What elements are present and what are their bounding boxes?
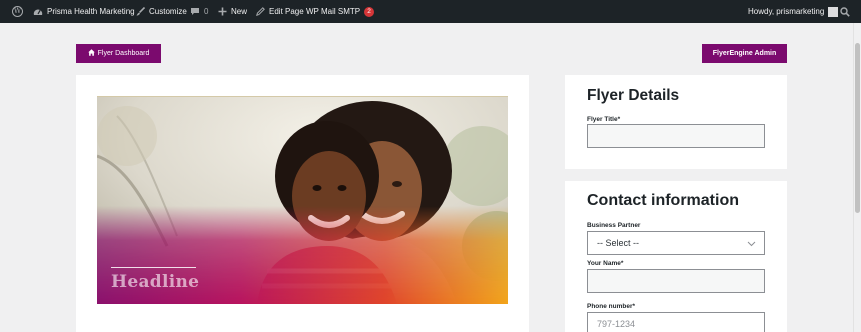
contact-information-heading: Contact information: [587, 192, 739, 209]
pencil-icon: [256, 7, 265, 16]
business-partner-label: Business Partner: [587, 222, 641, 229]
wp-mail-smtp-label: WP Mail SMTP: [306, 7, 361, 16]
phone-number-placeholder: 797-1234: [597, 319, 636, 329]
business-partner-value: -- Select --: [597, 238, 640, 248]
wordpress-menu[interactable]: W: [12, 0, 23, 23]
admin-bar: W Prisma Health Marketing Customize 0 Ne…: [0, 0, 861, 23]
search-icon: [840, 6, 850, 17]
site-name-link[interactable]: Prisma Health Marketing: [33, 0, 135, 23]
howdy-label: Howdy, prismarketing: [748, 7, 825, 16]
speech-bubble-icon: [190, 7, 200, 16]
avatar: [828, 6, 839, 17]
new-label: New: [231, 7, 248, 16]
flyer-dashboard-button[interactable]: Flyer Dashboard: [76, 44, 161, 63]
flyer-title-input[interactable]: [587, 124, 765, 148]
notification-badge: 2: [364, 6, 375, 17]
wordpress-logo-icon: W: [12, 6, 23, 17]
phone-number-input[interactable]: 797-1234: [587, 312, 765, 332]
flyerengine-admin-label: FlyerEngine Admin: [712, 50, 777, 57]
contact-information-card: Contact information Business Partner -- …: [565, 181, 787, 332]
flyer-details-card: Flyer Details Flyer Title*: [565, 75, 787, 169]
gauge-icon: [33, 7, 43, 16]
flyer-headline: Headline: [111, 272, 200, 292]
business-partner-select[interactable]: -- Select --: [587, 231, 765, 255]
page-scrollbar[interactable]: [853, 23, 861, 332]
comments-link[interactable]: 0: [190, 0, 208, 23]
your-name-input[interactable]: [587, 269, 765, 293]
search-toggle[interactable]: [840, 0, 850, 23]
flyer-details-heading: Flyer Details: [587, 87, 680, 104]
edit-page-label: Edit Page: [269, 7, 304, 16]
scrollbar-thumb[interactable]: [855, 43, 860, 213]
headline-rule: [111, 267, 196, 268]
flyerengine-admin-button[interactable]: FlyerEngine Admin: [702, 44, 787, 63]
flyer-dashboard-label: Flyer Dashboard: [97, 50, 150, 57]
customize-label: Customize: [149, 7, 187, 16]
customize-link[interactable]: Customize: [136, 0, 187, 23]
phone-number-label: Phone number*: [587, 303, 636, 310]
plus-icon: [218, 7, 227, 16]
account-menu[interactable]: Howdy, prismarketing: [748, 0, 839, 23]
site-name-label: Prisma Health Marketing: [47, 7, 135, 16]
your-name-label: Your Name*: [587, 260, 624, 267]
flyer-title-label: Flyer Title*: [587, 116, 621, 123]
paintbrush-icon: [136, 7, 145, 16]
home-icon: [87, 49, 95, 58]
chevron-down-icon: [747, 239, 756, 248]
comments-count: 0: [204, 7, 209, 16]
new-content-link[interactable]: New: [218, 0, 247, 23]
wp-mail-smtp-link[interactable]: WP Mail SMTP 2: [306, 0, 375, 23]
flyer-preview-panel: Headline: [76, 75, 529, 332]
edit-page-link[interactable]: Edit Page: [256, 0, 304, 23]
flyer-top-rule: [97, 96, 508, 97]
flyer-image: Headline: [97, 96, 508, 304]
